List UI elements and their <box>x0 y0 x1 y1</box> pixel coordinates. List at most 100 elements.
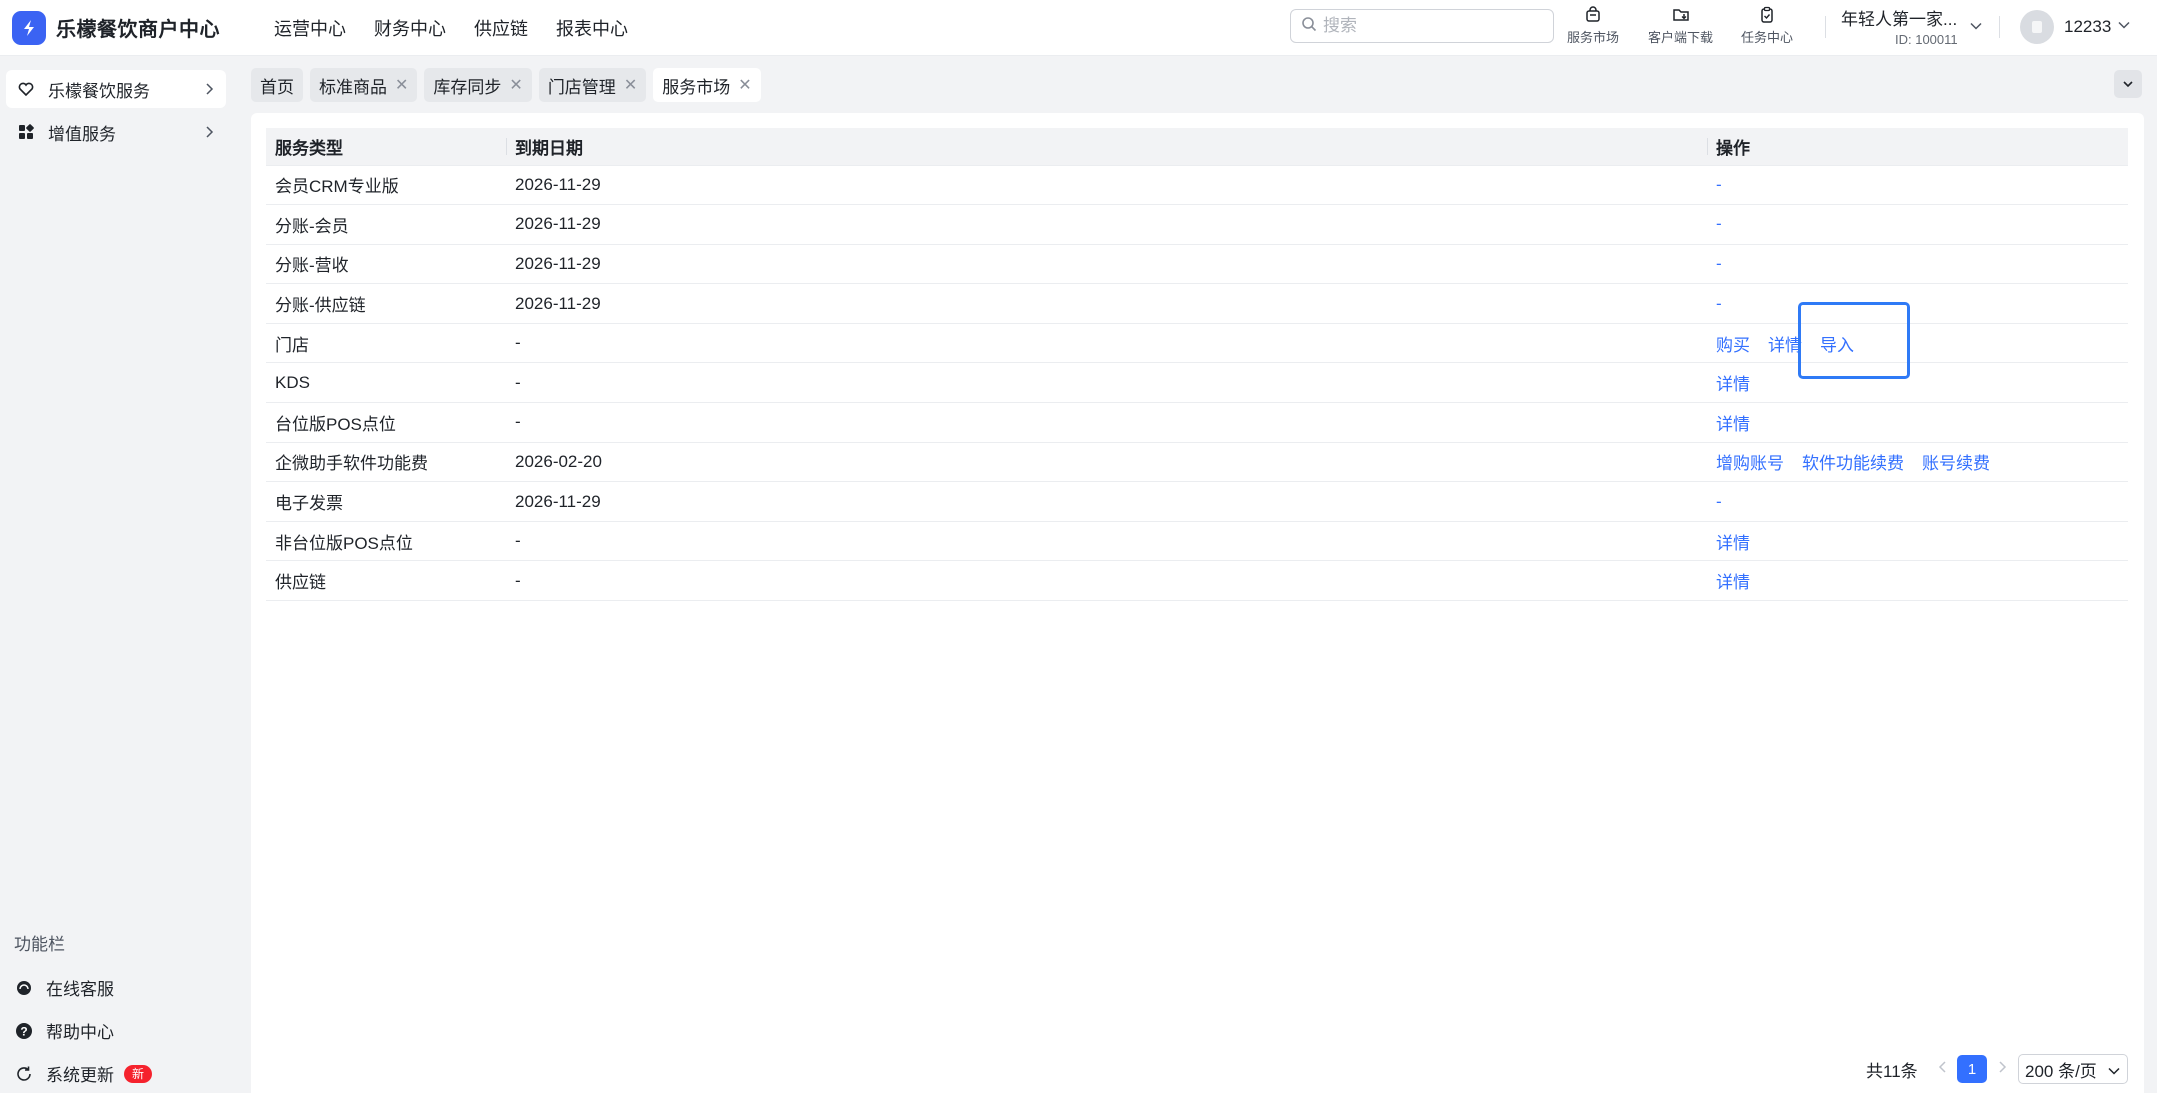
chevron-down-icon <box>1969 19 1983 38</box>
search-icon <box>1301 16 1317 37</box>
sidebar-item-value-added[interactable]: 增值服务 <box>6 113 226 151</box>
cell-actions: 详情 <box>1707 560 2128 602</box>
chevron-right-icon <box>202 81 216 101</box>
table-row: 分账-供应链 2026-11-29- <box>266 283 2128 324</box>
client-download-button[interactable]: 客户端下载 <box>1648 6 1713 46</box>
tab-service-market[interactable]: 服务市场 ✕ <box>653 68 761 102</box>
sidebar-item-lemeng-service[interactable]: 乐檬餐饮服务 <box>6 70 226 108</box>
cell-service-type: 非台位版POS点位 <box>266 521 506 562</box>
brand[interactable]: 乐檬餐饮商户中心 <box>12 10 244 45</box>
close-icon[interactable]: ✕ <box>509 75 522 95</box>
tab-store-management[interactable]: 门店管理 ✕ <box>538 68 647 102</box>
page-tabs: 首页 标准商品 ✕ 库存同步 ✕ 门店管理 ✕ 服务市场 ✕ <box>251 68 768 102</box>
tab-label: 首页 <box>260 77 294 97</box>
action-link[interactable]: 详情 <box>1716 415 1750 434</box>
app-title: 乐檬餐饮商户中心 <box>56 19 220 41</box>
table-body: 会员CRM专业版 2026-11-29- 分账-会员 2026-11-29- 分账-营收… <box>266 165 2128 602</box>
action-link[interactable]: 账号续费 <box>1922 454 1990 473</box>
table-row: 门店 - 购买 详情 导入 <box>266 323 2128 364</box>
nav-item-finance[interactable]: 财务中心 <box>374 15 446 41</box>
top-bar: 乐檬餐饮商户中心 运营中心 财务中心 供应链 报表中心 服务市场 客户端下载 任… <box>0 0 2157 56</box>
tab-inventory-sync[interactable]: 库存同步 ✕ <box>424 68 532 102</box>
nav-item-supply-chain[interactable]: 供应链 <box>474 15 528 41</box>
cell-expiry-date: - <box>506 402 1707 443</box>
close-icon[interactable]: ✕ <box>624 75 637 95</box>
table-row: 台位版POS点位 - 详情 <box>266 402 2128 443</box>
brand-logo-icon <box>12 10 46 45</box>
user-name: 12233 <box>2064 17 2112 36</box>
service-market-button[interactable]: 服务市场 <box>1567 6 1619 46</box>
tab-label: 服务市场 <box>662 77 731 97</box>
empty-action: - <box>1716 253 1722 273</box>
help-center-button[interactable]: ? 帮助中心 <box>14 1018 114 1043</box>
close-icon[interactable]: ✕ <box>395 75 408 95</box>
prev-page-icon[interactable] <box>1937 1060 1949 1079</box>
nav-item-reports[interactable]: 报表中心 <box>556 15 628 41</box>
page-number-current[interactable]: 1 <box>1957 1055 1987 1083</box>
svg-text:?: ? <box>20 1024 27 1038</box>
system-update-label: 系统更新 <box>46 1066 114 1085</box>
content-panel: 服务类型 到期日期 操作 会员CRM专业版 2026-11-29- 分账-会员 202… <box>251 113 2144 1093</box>
cell-expiry-date: - <box>506 362 1707 404</box>
empty-action: - <box>1716 293 1722 313</box>
task-center-button[interactable]: 任务中心 <box>1741 6 1793 46</box>
action-link[interactable]: 导入 <box>1820 336 1854 355</box>
service-table: 服务类型 到期日期 操作 会员CRM专业版 2026-11-29- 分账-会员 202… <box>266 128 2128 602</box>
action-link[interactable]: 详情 <box>1716 573 1750 592</box>
cell-service-type: 门店 <box>266 323 506 364</box>
avatar <box>2020 10 2054 44</box>
column-header-service-type: 服务类型 <box>266 128 506 166</box>
client-download-label: 客户端下载 <box>1648 30 1714 45</box>
action-link[interactable]: 购买 <box>1716 336 1750 355</box>
tab-label: 标准商品 <box>319 77 387 97</box>
task-center-label: 任务中心 <box>1741 30 1794 45</box>
cell-service-type: 会员CRM专业版 <box>266 165 506 206</box>
tabs-more-button[interactable] <box>2114 70 2142 98</box>
cell-expiry-date: 2026-11-29 <box>506 481 1707 522</box>
action-link[interactable]: 软件功能续费 <box>1802 454 1904 473</box>
refresh-icon <box>14 1065 34 1083</box>
page-size-value: 200 条/页 <box>2025 1061 2097 1081</box>
cell-expiry-date: - <box>506 560 1707 602</box>
search-input[interactable] <box>1323 16 1533 36</box>
user-menu[interactable]: 12233 <box>2020 10 2131 44</box>
column-header-actions: 操作 <box>1707 128 2128 166</box>
next-page-icon[interactable] <box>1996 1060 2008 1079</box>
divider <box>1999 16 2000 38</box>
action-link[interactable]: 增购账号 <box>1716 454 1784 473</box>
cell-service-type: 台位版POS点位 <box>266 402 506 443</box>
action-link[interactable]: 详情 <box>1716 375 1750 394</box>
table-row: 电子发票 2026-11-29- <box>266 481 2128 522</box>
online-support-button[interactable]: 在线客服 <box>14 975 114 1000</box>
action-link[interactable]: 详情 <box>1716 534 1750 553</box>
tab-standard-products[interactable]: 标准商品 ✕ <box>310 68 418 102</box>
cell-actions: - <box>1707 204 2128 245</box>
cell-actions: 详情 <box>1707 362 2128 404</box>
cell-actions: 购买 详情 导入 <box>1707 323 2128 364</box>
search-box[interactable] <box>1290 9 1554 43</box>
chevron-down-icon <box>2117 18 2131 37</box>
tab-label: 门店管理 <box>547 77 616 97</box>
help-center-label: 帮助中心 <box>46 1023 114 1042</box>
cell-actions: 详情 <box>1707 402 2128 443</box>
cell-actions: 详情 <box>1707 521 2128 562</box>
action-link[interactable]: 详情 <box>1768 336 1802 355</box>
heart-shield-icon <box>16 80 36 98</box>
system-update-button[interactable]: 系统更新 新 <box>14 1061 153 1086</box>
nav-item-operations[interactable]: 运营中心 <box>274 15 346 41</box>
headset-icon <box>14 979 34 997</box>
sidebar-item-label: 乐檬餐饮服务 <box>48 81 150 101</box>
cell-service-type: 企微助手软件功能费 <box>266 442 506 483</box>
tab-home[interactable]: 首页 <box>251 68 303 102</box>
table-row: 企微助手软件功能费 2026-02-20 增购账号 软件功能续费 账号续费 <box>266 442 2128 483</box>
clipboard-icon <box>1761 6 1773 23</box>
cell-service-type: 分账-会员 <box>266 204 506 245</box>
cell-actions: 增购账号 软件功能续费 账号续费 <box>1707 442 2128 483</box>
chevron-right-icon <box>202 124 216 144</box>
page-size-select[interactable]: 200 条/页 <box>2018 1054 2128 1084</box>
cell-expiry-date: - <box>506 521 1707 562</box>
store-bag-icon <box>1586 6 1600 22</box>
cell-service-type: 电子发票 <box>266 481 506 522</box>
close-icon[interactable]: ✕ <box>738 75 751 95</box>
store-switcher[interactable]: 年轻人第一家... ID: 100011 <box>1841 5 1991 47</box>
